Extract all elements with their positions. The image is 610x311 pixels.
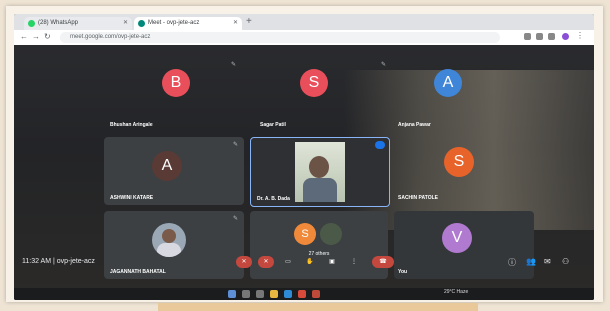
- mic-off-icon: ✎: [230, 62, 236, 68]
- participant-name: Dr. A. B. Dada: [257, 196, 290, 202]
- url-field[interactable]: meet.google.com/ovp-jete-acz: [60, 32, 500, 43]
- participant-name: You: [398, 269, 408, 275]
- extension-icon[interactable]: [548, 33, 555, 40]
- avatar: S: [444, 147, 474, 177]
- participant-tile-speaking[interactable]: Dr. A. B. Dada: [250, 137, 390, 207]
- profile-photo: [152, 223, 186, 257]
- weather-text: 29°C Haze: [444, 289, 469, 295]
- whatsapp-icon: [28, 20, 35, 27]
- table-edge: [158, 303, 478, 311]
- meeting-info: 11:32 AM | ovp-jete-acz: [22, 258, 95, 265]
- search-icon[interactable]: [242, 290, 250, 298]
- folder-icon[interactable]: [270, 290, 278, 298]
- speaking-icon: [375, 141, 385, 149]
- participant-name: Sagar Patil: [260, 122, 286, 128]
- tab-meet[interactable]: Meet - ovp-jete-acz ✕: [134, 17, 242, 30]
- avatar: B: [162, 69, 190, 97]
- avatar: V: [442, 223, 472, 253]
- participant-name: Anjana Pawar: [398, 122, 431, 128]
- mic-off-icon: ✎: [380, 62, 386, 68]
- participant-tile-others[interactable]: S 27 others: [250, 211, 388, 279]
- avatar: S: [300, 69, 328, 97]
- extension-icon[interactable]: [524, 33, 531, 40]
- camera-button[interactable]: ✕: [258, 256, 274, 268]
- meeting-time: 11:32 AM: [22, 258, 52, 265]
- extension-icon[interactable]: [536, 33, 543, 40]
- profile-avatar[interactable]: [562, 33, 569, 40]
- meet-icon: [138, 20, 145, 27]
- more-options-button[interactable]: ⋮: [346, 256, 362, 268]
- info-icon[interactable]: ⓘ: [508, 257, 516, 268]
- person-head: [309, 156, 329, 178]
- mic-off-icon: ✎: [232, 142, 238, 148]
- reload-icon[interactable]: ↻: [44, 32, 51, 41]
- participant-tile[interactable]: B ✎ Bhushan Aringale: [102, 57, 242, 132]
- laptop-screen: (28) WhatsApp ✕ Meet - ovp-jete-acz ✕ + …: [14, 14, 594, 300]
- new-tab-icon[interactable]: +: [246, 16, 252, 27]
- person-body: [303, 178, 337, 202]
- participant-tile[interactable]: A Anjana Pawar: [394, 57, 534, 132]
- participant-name: Bhushan Aringale: [110, 122, 153, 128]
- chrome-icon[interactable]: [298, 290, 306, 298]
- mic-button[interactable]: ✕: [236, 256, 252, 268]
- edge-icon[interactable]: [284, 290, 292, 298]
- address-bar: ← → ↻ meet.google.com/ovp-jete-acz ⋮: [14, 30, 594, 46]
- close-icon[interactable]: ✕: [123, 17, 128, 30]
- leave-call-button[interactable]: ☎: [372, 256, 394, 268]
- app-icon[interactable]: [312, 290, 320, 298]
- profile-photo: [320, 223, 342, 245]
- participant-tile[interactable]: A ✎ ASHWINI KATARE: [104, 137, 244, 205]
- browser-tab-bar: (28) WhatsApp ✕ Meet - ovp-jete-acz ✕ +: [14, 14, 594, 30]
- participant-tile[interactable]: S ✎ Sagar Patil: [252, 57, 392, 132]
- mic-off-icon: ✎: [232, 216, 238, 222]
- url-text: meet.google.com/ovp-jete-acz: [70, 34, 151, 40]
- participant-tile[interactable]: S SACHIN PATOLE: [394, 137, 494, 205]
- tab-label: Meet - ovp-jete-acz: [148, 20, 200, 26]
- tab-whatsapp[interactable]: (28) WhatsApp ✕: [24, 17, 132, 30]
- video-feed: [295, 142, 345, 202]
- close-icon[interactable]: ✕: [233, 17, 238, 30]
- raise-hand-button[interactable]: ✋: [302, 256, 318, 268]
- participant-tile[interactable]: ✎ JAGANNATH BAHATAL: [104, 211, 244, 279]
- present-button[interactable]: ▣: [324, 256, 340, 268]
- participant-name: JAGANNATH BAHATAL: [110, 269, 166, 275]
- participant-tile-self[interactable]: V You: [394, 211, 534, 279]
- people-icon[interactable]: 👥: [526, 257, 536, 266]
- menu-icon[interactable]: ⋮: [576, 31, 584, 40]
- tab-label: (28) WhatsApp: [38, 20, 79, 26]
- participant-name: SACHIN PATOLE: [398, 195, 439, 201]
- avatar: A: [434, 69, 462, 97]
- chat-icon[interactable]: ✉: [544, 257, 551, 266]
- avatar: S: [294, 223, 316, 245]
- taskbar: 29°C Haze: [14, 288, 594, 300]
- back-icon[interactable]: ←: [20, 32, 28, 41]
- captions-button[interactable]: ▭: [280, 256, 296, 268]
- participant-name: ASHWINI KATARE: [110, 195, 154, 201]
- activities-icon[interactable]: ⚇: [562, 257, 569, 266]
- forward-icon[interactable]: →: [32, 32, 40, 41]
- taskview-icon[interactable]: [256, 290, 264, 298]
- meeting-code: ovp-jete-acz: [56, 258, 95, 265]
- avatar: A: [152, 151, 182, 181]
- windows-icon[interactable]: [228, 290, 236, 298]
